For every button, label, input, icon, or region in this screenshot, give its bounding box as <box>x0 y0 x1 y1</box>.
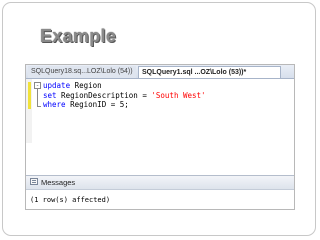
code-text: Region <box>70 81 102 90</box>
sql-code-editor[interactable]: update Region set RegionDescription = 'So… <box>43 81 206 110</box>
tab-sqlquery18[interactable]: SQLQuery18.sq...LOZ\Lolo (54)) <box>28 66 136 78</box>
result-message: (1 row(s) affected) <box>30 196 111 204</box>
sql-editor-window: SQLQuery18.sq...LOZ\Lolo (54)) SQLQuery1… <box>25 64 295 210</box>
tab-sqlquery1[interactable]: SQLQuery1.sql ...OZ\Lolo (53))* <box>138 66 281 78</box>
slide-title: Example <box>40 26 117 46</box>
keyword-update: update <box>43 81 71 90</box>
keyword-set: set <box>43 90 57 100</box>
code-line-3: where RegionID = 5; <box>43 100 206 110</box>
code-line-1: update Region <box>43 81 206 91</box>
keyword-where: where <box>43 100 66 109</box>
code-text: RegionID = 5; <box>65 100 129 109</box>
collapse-outline-icon[interactable]: - <box>34 82 41 89</box>
outline-guide-end <box>37 106 41 107</box>
messages-tab-label: Messages <box>41 178 76 187</box>
outline-guide-line <box>37 89 38 106</box>
document-tab-bar: SQLQuery18.sq...LOZ\Lolo (54)) SQLQuery1… <box>26 65 294 79</box>
code-line-2: set RegionDescription = 'South West' <box>43 91 206 101</box>
change-tracking-bar <box>28 82 31 109</box>
string-literal: 'South West' <box>151 90 206 100</box>
messages-icon <box>30 178 38 185</box>
code-text: RegionDescription = <box>56 90 152 100</box>
messages-tab[interactable]: Messages <box>26 175 294 190</box>
